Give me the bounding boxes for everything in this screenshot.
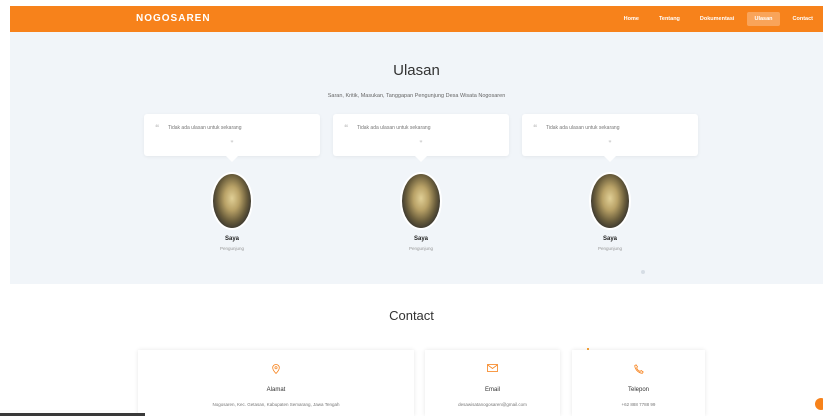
quote-open-icon: ❝ (533, 123, 538, 132)
contact-card-phone: Telepon +62 888 7788 99 (572, 350, 705, 416)
quote-close-icon: ❞ (230, 141, 234, 147)
review-text: Tidak ada ulasan untuk sekarang (168, 125, 242, 131)
quote-open-icon: ❝ (155, 123, 160, 132)
nav-ulasan[interactable]: Ulasan (747, 12, 780, 26)
review-text: Tidak ada ulasan untuk sekarang (546, 125, 620, 131)
reviewer-role: Pengunjung (408, 246, 434, 251)
contact-label: Telepon (627, 387, 650, 393)
contact-value[interactable]: desawisatanogosaren@gmail.com (425, 402, 560, 407)
review-card: ❝ Tidak ada ulasan untuk sekarang ❞ (144, 114, 320, 162)
back-to-top-button[interactable] (815, 398, 823, 410)
reviewer-role: Pengunjung (219, 246, 245, 251)
avatar (589, 172, 631, 230)
review-text: Tidak ada ulasan untuk sekarang (357, 125, 431, 131)
phone-icon (572, 364, 705, 376)
contact-value: Nogosaren, Kec. Getasan, Kabupaten Semar… (212, 402, 340, 407)
nav-dokumentasi[interactable]: Dokumentasi (693, 12, 742, 26)
contact-label: Alamat (266, 387, 286, 393)
review-card: ❝ Tidak ada ulasan untuk sekarang ❞ (522, 114, 698, 162)
envelope-icon (425, 364, 560, 374)
contact-card-address: Alamat Nogosaren, Kec. Getasan, Kabupate… (138, 350, 414, 416)
reviewer-name: Saya (224, 236, 239, 242)
brand-logo[interactable]: NOGOSAREN (136, 13, 211, 24)
quote-open-icon: ❝ (344, 123, 349, 132)
reviewer-name: Saya (602, 236, 617, 242)
navbar: NOGOSAREN Home Tentang Dokumentasi Ulasa… (10, 6, 823, 32)
quote-close-icon: ❞ (608, 141, 612, 147)
review-card: ❝ Tidak ada ulasan untuk sekarang ❞ (333, 114, 509, 162)
quote-close-icon: ❞ (419, 141, 423, 147)
reviews-title: Ulasan (393, 62, 440, 79)
contact-card-email: Email desawisatanogosaren@gmail.com (425, 350, 560, 416)
reviews-subtitle: Saran, Kritik, Masukan, Tanggapan Pengun… (327, 93, 506, 99)
carousel-dot[interactable] (641, 270, 645, 274)
contact-label: Email (484, 387, 500, 393)
reviewer-role: Pengunjung (597, 246, 623, 251)
nav-tentang[interactable]: Tentang (652, 12, 687, 26)
contact-value[interactable]: +62 888 7788 99 (572, 402, 705, 407)
contact-title: Contact (389, 308, 434, 323)
reviewer-name: Saya (413, 236, 428, 242)
main-nav: Home Tentang Dokumentasi Ulasan Contact (614, 6, 823, 32)
nav-contact[interactable]: Contact (786, 12, 820, 26)
reviews-section: Ulasan Saran, Kritik, Masukan, Tanggapan… (10, 32, 823, 284)
avatar (211, 172, 253, 230)
map-pin-icon (138, 364, 414, 376)
avatar (400, 172, 442, 230)
nav-home[interactable]: Home (617, 12, 646, 26)
